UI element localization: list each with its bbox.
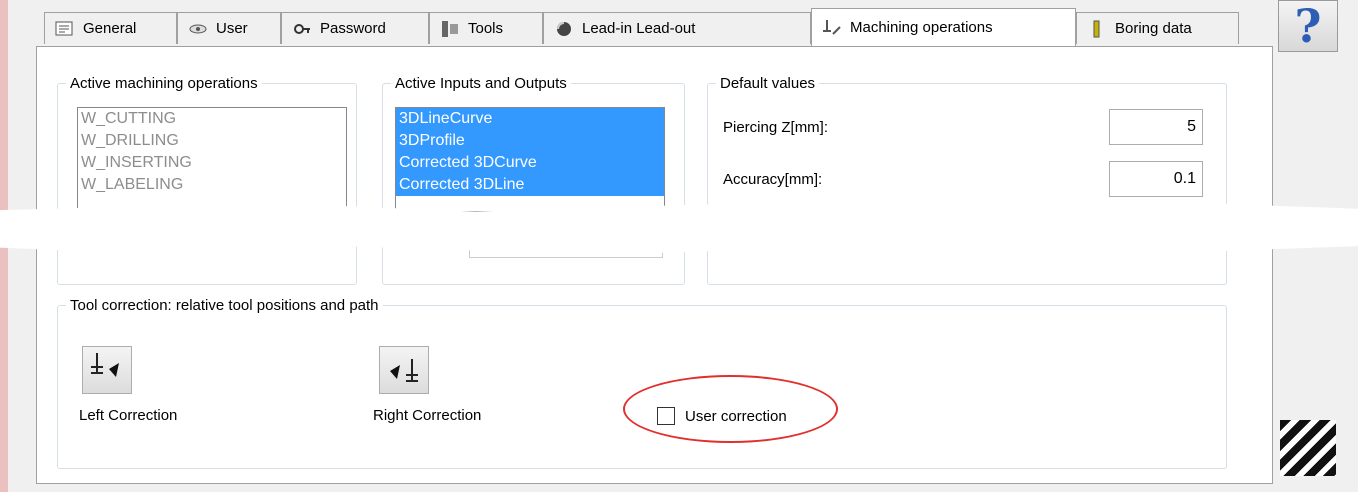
tab-tools[interactable]: Tools	[429, 12, 543, 44]
tab-general-label: General	[83, 20, 137, 37]
list-item[interactable]: W_CUTTING	[78, 108, 346, 130]
user-icon	[188, 20, 208, 38]
group-title: Tool correction: relative tool positions…	[70, 297, 379, 314]
tool-correction-group: Tool correction: relative tool positions…	[57, 297, 1227, 469]
list-item[interactable]: W_LABELING	[78, 174, 346, 196]
left-correction-button[interactable]	[82, 346, 132, 394]
list-item[interactable]: W_DRILLING	[78, 130, 346, 152]
list-item[interactable]: 3DProfile	[396, 130, 664, 152]
piercing-z-field[interactable]: 5	[1109, 109, 1203, 145]
machining-operations-list[interactable]: W_CUTTING W_DRILLING W_INSERTING W_LABEL…	[77, 107, 347, 212]
tab-general[interactable]: General	[44, 12, 177, 44]
tab-password[interactable]: Password	[281, 12, 429, 44]
tab-tools-label: Tools	[468, 20, 504, 37]
tab-user-label: User	[216, 20, 248, 37]
tab-machining-operations[interactable]: Machining operations	[811, 8, 1076, 46]
tab-password-label: Password	[320, 20, 386, 37]
accuracy-label: Accuracy[mm]:	[723, 171, 823, 188]
right-correction-icon	[390, 359, 418, 382]
list-item[interactable]: Corrected 3DCurve	[396, 152, 664, 174]
tab-boring-label: Boring data	[1115, 20, 1192, 37]
group-title: Default values	[720, 75, 816, 92]
tab-machining-label: Machining operations	[850, 19, 993, 36]
group-title: Active machining operations	[70, 75, 258, 92]
inputs-outputs-list[interactable]: 3DLineCurve 3DProfile Corrected 3DCurve …	[395, 107, 665, 212]
tab-boring-data[interactable]: Boring data	[1076, 12, 1239, 44]
tab-strip: General User Password Tools Lead-in Lead…	[44, 8, 1269, 46]
hatch-pattern-icon	[1280, 420, 1336, 476]
group-title: Active Inputs and Outputs	[395, 75, 567, 92]
tab-user[interactable]: User	[177, 12, 281, 44]
tab-lead-in-label: Lead-in Lead-out	[582, 20, 696, 37]
tab-lead-in-lead-out[interactable]: Lead-in Lead-out	[543, 12, 811, 44]
left-correction-label: Left Correction	[79, 407, 178, 424]
tools-icon	[440, 20, 460, 38]
machining-icon	[822, 19, 842, 37]
lead-in-icon	[554, 20, 574, 38]
boring-icon	[1087, 20, 1107, 38]
right-correction-button[interactable]	[379, 346, 429, 394]
list-item[interactable]: 3DLineCurve	[396, 108, 664, 130]
left-correction-icon	[91, 353, 119, 377]
help-button[interactable]: ?	[1278, 0, 1338, 52]
list-item[interactable]: W_INSERTING	[78, 152, 346, 174]
list-item[interactable]: Corrected 3DLine	[396, 174, 664, 196]
annotation-oval	[623, 375, 838, 443]
right-correction-label: Right Correction	[373, 407, 482, 424]
general-icon	[55, 20, 75, 38]
piercing-z-label: Piercing Z[mm]:	[723, 119, 829, 136]
password-icon	[292, 20, 312, 38]
accuracy-field[interactable]: 0.1	[1109, 161, 1203, 197]
